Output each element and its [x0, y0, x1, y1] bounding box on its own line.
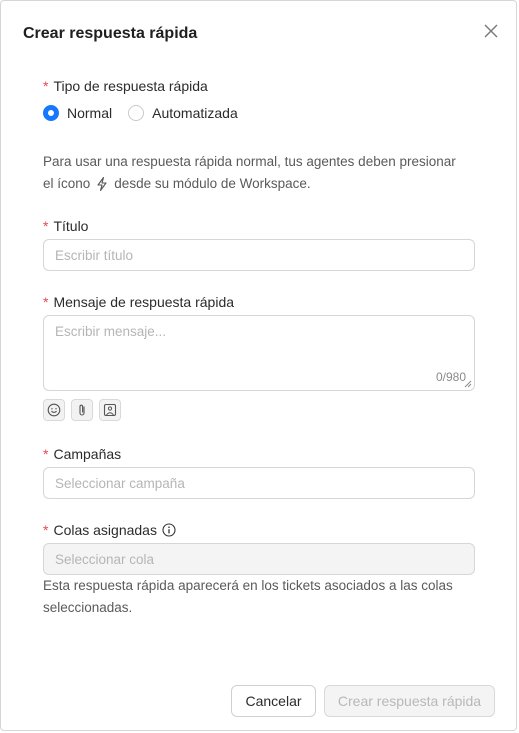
image-button[interactable]: [99, 399, 121, 421]
queues-select-placeholder: Seleccionar cola: [55, 551, 155, 567]
title-input-placeholder: Escribir título: [55, 247, 134, 263]
message-char-counter: 0/980: [435, 370, 466, 384]
campaigns-select[interactable]: Seleccionar campaña: [43, 467, 475, 499]
radio-automatizada-label: Automatizada: [152, 105, 238, 121]
attach-button[interactable]: [71, 399, 93, 421]
radio-normal-control[interactable]: [43, 105, 59, 121]
type-radio-group: Normal Automatizada: [43, 105, 254, 121]
queues-help-text: Esta respuesta rápida aparecerá en los t…: [43, 575, 453, 619]
radio-automatizada-control[interactable]: [128, 105, 145, 121]
image-icon: [103, 403, 117, 417]
required-mark: *: [43, 294, 49, 310]
type-help-line2: el ícono desde su módulo de Workspace.: [43, 173, 456, 195]
info-button[interactable]: [162, 523, 176, 537]
queues-select[interactable]: Seleccionar cola: [43, 543, 475, 575]
cancel-button[interactable]: Cancelar: [231, 685, 316, 717]
queues-help-line1: Esta respuesta rápida aparecerá en los t…: [43, 578, 453, 593]
title-label-text: Título: [53, 218, 89, 234]
modal-title: Crear respuesta rápida: [23, 25, 198, 42]
title-input[interactable]: Escribir título: [43, 239, 475, 271]
message-label: * Mensaje de respuesta rápida: [43, 294, 234, 310]
required-mark: *: [43, 522, 49, 538]
required-mark: *: [43, 446, 49, 462]
create-quick-reply-modal: Crear respuesta rápida * Tipo de respues…: [0, 0, 517, 731]
lightning-icon: [97, 176, 107, 192]
message-textarea[interactable]: Escribir mensaje... 0/980: [43, 315, 475, 391]
campaigns-label-text: Campañas: [53, 446, 122, 462]
info-icon: [162, 523, 176, 537]
radio-normal[interactable]: Normal: [43, 105, 112, 121]
type-help-line2-start: el ícono: [43, 176, 91, 191]
close-icon: [484, 24, 498, 38]
campaigns-select-placeholder: Seleccionar campaña: [55, 475, 185, 491]
create-quick-reply-button[interactable]: Crear respuesta rápida: [324, 685, 495, 717]
type-help-line1: Para usar una respuesta rápida normal, t…: [43, 154, 456, 169]
required-mark: *: [43, 218, 49, 234]
message-placeholder: Escribir mensaje...: [55, 324, 167, 339]
message-toolbar: [43, 399, 127, 421]
radio-automatizada[interactable]: Automatizada: [128, 105, 238, 121]
queues-help-line2: seleccionadas.: [43, 600, 133, 615]
type-help-line2-end: desde su módulo de Workspace.: [114, 176, 311, 191]
paperclip-icon: [79, 404, 85, 416]
required-mark: *: [43, 78, 49, 94]
emoji-button[interactable]: [43, 399, 65, 421]
queues-label-text: Colas asignadas: [53, 522, 157, 538]
message-label-text: Mensaje de respuesta rápida: [53, 294, 235, 310]
close-button[interactable]: [481, 21, 501, 41]
type-label-text: Tipo de respuesta rápida: [53, 78, 208, 94]
resize-handle-icon[interactable]: [464, 380, 472, 388]
type-help-text: Para usar una respuesta rápida normal, t…: [43, 151, 456, 195]
type-label: * Tipo de respuesta rápida: [43, 78, 208, 94]
title-label: * Título: [43, 218, 88, 234]
campaigns-label: * Campañas: [43, 446, 121, 462]
emoji-icon: [47, 403, 61, 417]
radio-normal-label: Normal: [67, 105, 113, 121]
queues-label: * Colas asignadas: [43, 522, 176, 538]
